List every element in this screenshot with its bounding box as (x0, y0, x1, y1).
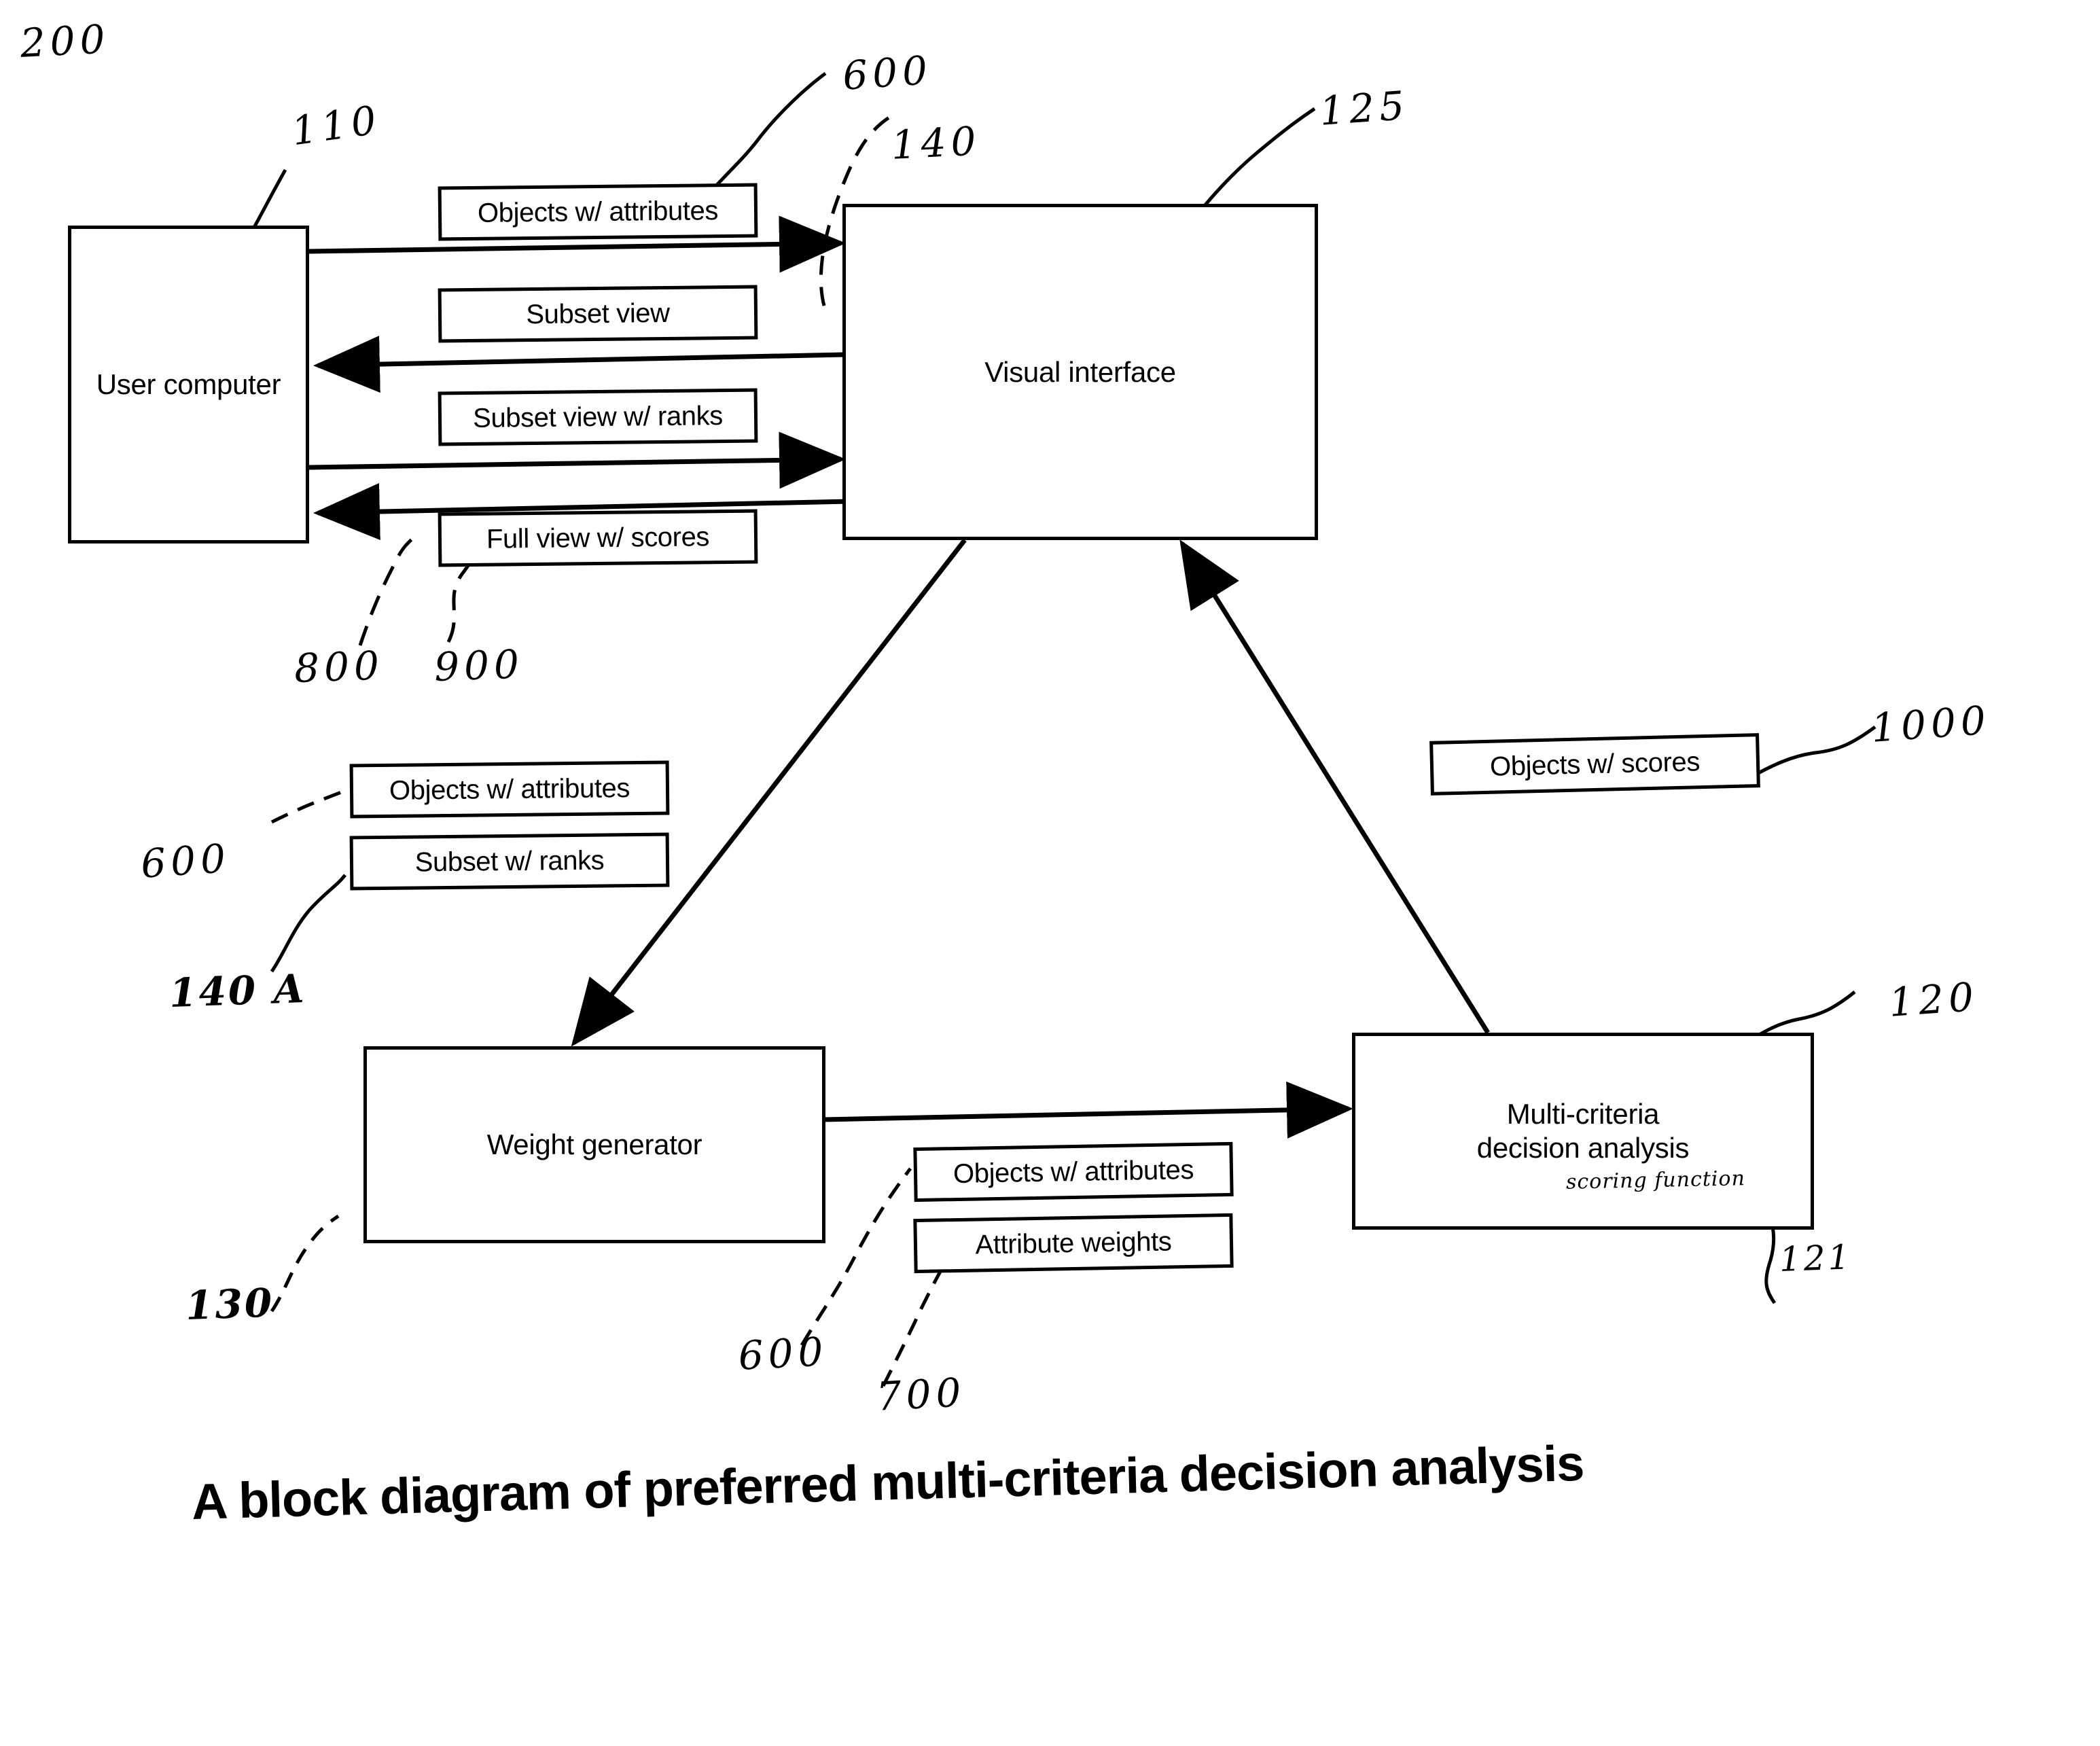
flow-tag-label: Objects w/ scores (1489, 746, 1701, 782)
flow-tag-objects-with-attributes-2: Objects w/ attributes (349, 760, 670, 819)
reference-numeral-700: 700 (875, 1369, 967, 1420)
reference-numeral-600-top: 600 (841, 46, 934, 99)
reference-numeral-120: 120 (1887, 973, 1980, 1026)
flow-tag-label: Objects w/ attributes (477, 195, 719, 228)
leader-140A (270, 874, 346, 973)
flow-tag-label: Subset view w/ ranks (472, 400, 724, 433)
flow-tag-label: Subset view (526, 298, 670, 329)
reference-numeral-130: 130 (185, 1279, 275, 1329)
reference-numeral-800: 800 (293, 642, 385, 692)
arrow-objects-with-attributes-to-interface (308, 215, 846, 273)
arrow-subset-view-to-user (313, 336, 845, 393)
node-multi-criteria-decision-analysis[interactable]: Multi-criteria decision analysis (1352, 1033, 1814, 1230)
node-mcda-label: Multi-criteria decision analysis (1476, 1098, 1690, 1164)
node-visual-interface[interactable]: Visual interface (842, 204, 1318, 540)
leader-800 (358, 537, 414, 646)
flow-tag-label: Full view w/ scores (486, 521, 710, 554)
flow-tag-attribute-weights: Attribute weights (913, 1213, 1234, 1274)
node-weight-generator[interactable]: Weight generator (363, 1046, 825, 1243)
reference-numeral-900: 900 (433, 641, 525, 690)
reference-numeral-200: 200 (19, 16, 111, 67)
flow-tag-objects-with-attributes-3: Objects w/ attributes (913, 1141, 1234, 1202)
flow-tag-label: Objects w/ attributes (953, 1154, 1194, 1189)
leader-130 (270, 1214, 340, 1313)
arrow-weight-generator-to-mcda (823, 1081, 1353, 1139)
flow-tag-label: Attribute weights (975, 1226, 1172, 1260)
reference-numeral-140A: 140 A (168, 965, 307, 1016)
node-user-computer-label: User computer (96, 368, 281, 401)
arrow-subset-view-with-ranks-to-interface (308, 431, 846, 489)
reference-numeral-1000: 1000 (1870, 696, 1992, 751)
flow-tag-label: Objects w/ attributes (389, 772, 630, 806)
node-visual-interface-label: Visual interface (984, 355, 1176, 388)
leader-1000 (1745, 725, 1876, 782)
flow-tag-label: Subset w/ ranks (414, 845, 605, 877)
leader-600-top (711, 71, 827, 192)
reference-numeral-140: 140 (890, 118, 982, 168)
flow-tag-objects-with-attributes-1: Objects w/ attributes (438, 183, 758, 241)
reference-numeral-125: 125 (1318, 82, 1411, 135)
flow-tag-subset-view: Subset view (438, 285, 758, 343)
flow-tag-full-view-with-scores: Full view w/ scores (438, 509, 758, 567)
reference-numeral-121: 121 (1779, 1237, 1853, 1279)
mcda-scoring-function-annotation: scoring function (1565, 1166, 1746, 1194)
reference-numeral-600-bottom: 600 (737, 1328, 830, 1379)
flow-tag-objects-with-scores: Objects w/ scores (1429, 733, 1760, 796)
node-user-computer[interactable]: User computer (68, 226, 309, 544)
flow-tag-subset-with-ranks: Subset w/ ranks (349, 832, 670, 891)
figure-page: User computer Visual interface Weight ge… (0, 0, 2100, 1746)
node-weight-generator-label: Weight generator (486, 1128, 702, 1161)
flow-tag-subset-view-with-ranks: Subset view w/ ranks (438, 388, 758, 446)
reference-numeral-600-mid: 600 (139, 834, 232, 887)
